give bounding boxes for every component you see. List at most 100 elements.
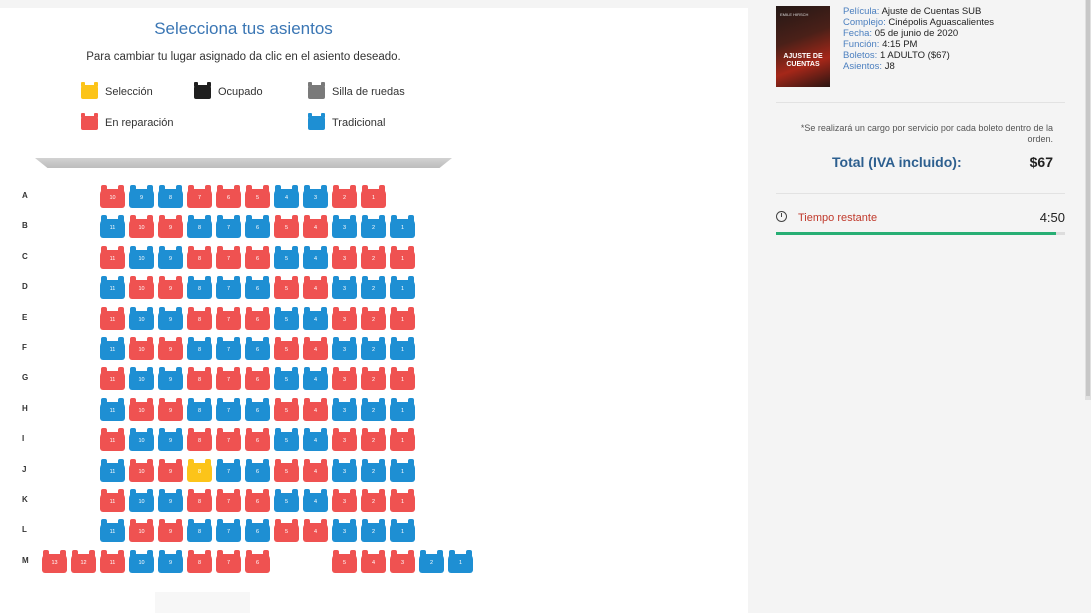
seat-i5[interactable]: 5 — [274, 428, 299, 451]
seat-f5[interactable]: 5 — [274, 337, 299, 360]
seat-d9[interactable]: 9 — [158, 276, 183, 299]
seat-f9[interactable]: 9 — [158, 337, 183, 360]
seat-g4[interactable]: 4 — [303, 367, 328, 390]
seat-m11[interactable]: 11 — [100, 550, 125, 573]
seat-d3[interactable]: 3 — [332, 276, 357, 299]
seat-h9[interactable]: 9 — [158, 398, 183, 421]
seat-g8[interactable]: 8 — [187, 367, 212, 390]
seat-f2[interactable]: 2 — [361, 337, 386, 360]
seat-e8[interactable]: 8 — [187, 307, 212, 330]
seat-c1[interactable]: 1 — [390, 246, 415, 269]
seat-c4[interactable]: 4 — [303, 246, 328, 269]
seat-a8[interactable]: 8 — [158, 185, 183, 208]
seat-j4[interactable]: 4 — [303, 459, 328, 482]
seat-i9[interactable]: 9 — [158, 428, 183, 451]
seat-b3[interactable]: 3 — [332, 215, 357, 238]
seat-a4[interactable]: 4 — [274, 185, 299, 208]
seat-k8[interactable]: 8 — [187, 489, 212, 512]
seat-g5[interactable]: 5 — [274, 367, 299, 390]
seat-g2[interactable]: 2 — [361, 367, 386, 390]
seat-k6[interactable]: 6 — [245, 489, 270, 512]
seat-m2[interactable]: 2 — [419, 550, 444, 573]
seat-g9[interactable]: 9 — [158, 367, 183, 390]
seat-h7[interactable]: 7 — [216, 398, 241, 421]
seat-l5[interactable]: 5 — [274, 519, 299, 542]
seat-c11[interactable]: 11 — [100, 246, 125, 269]
seat-g1[interactable]: 1 — [390, 367, 415, 390]
seat-j10[interactable]: 10 — [129, 459, 154, 482]
seat-a10[interactable]: 10 — [100, 185, 125, 208]
seat-j2[interactable]: 2 — [361, 459, 386, 482]
seat-i6[interactable]: 6 — [245, 428, 270, 451]
seat-j11[interactable]: 11 — [100, 459, 125, 482]
seat-m6[interactable]: 6 — [245, 550, 270, 573]
seat-i3[interactable]: 3 — [332, 428, 357, 451]
seat-b10[interactable]: 10 — [129, 215, 154, 238]
seat-h1[interactable]: 1 — [390, 398, 415, 421]
seat-i1[interactable]: 1 — [390, 428, 415, 451]
seat-f7[interactable]: 7 — [216, 337, 241, 360]
seat-m8[interactable]: 8 — [187, 550, 212, 573]
seat-m10[interactable]: 10 — [129, 550, 154, 573]
seat-b2[interactable]: 2 — [361, 215, 386, 238]
seat-b6[interactable]: 6 — [245, 215, 270, 238]
seat-k2[interactable]: 2 — [361, 489, 386, 512]
seat-e2[interactable]: 2 — [361, 307, 386, 330]
seat-l6[interactable]: 6 — [245, 519, 270, 542]
seat-d1[interactable]: 1 — [390, 276, 415, 299]
seat-g10[interactable]: 10 — [129, 367, 154, 390]
seat-e10[interactable]: 10 — [129, 307, 154, 330]
seat-l8[interactable]: 8 — [187, 519, 212, 542]
seat-d10[interactable]: 10 — [129, 276, 154, 299]
seat-l10[interactable]: 10 — [129, 519, 154, 542]
seat-b8[interactable]: 8 — [187, 215, 212, 238]
seat-e6[interactable]: 6 — [245, 307, 270, 330]
seat-i8[interactable]: 8 — [187, 428, 212, 451]
seat-f1[interactable]: 1 — [390, 337, 415, 360]
seat-m3[interactable]: 3 — [390, 550, 415, 573]
seat-c10[interactable]: 10 — [129, 246, 154, 269]
seat-l2[interactable]: 2 — [361, 519, 386, 542]
seat-g11[interactable]: 11 — [100, 367, 125, 390]
seat-k4[interactable]: 4 — [303, 489, 328, 512]
seat-k7[interactable]: 7 — [216, 489, 241, 512]
seat-c8[interactable]: 8 — [187, 246, 212, 269]
seat-j3[interactable]: 3 — [332, 459, 357, 482]
seat-a6[interactable]: 6 — [216, 185, 241, 208]
seat-h2[interactable]: 2 — [361, 398, 386, 421]
seat-b1[interactable]: 1 — [390, 215, 415, 238]
seat-a3[interactable]: 3 — [303, 185, 328, 208]
seat-h3[interactable]: 3 — [332, 398, 357, 421]
seat-c7[interactable]: 7 — [216, 246, 241, 269]
seat-h8[interactable]: 8 — [187, 398, 212, 421]
seat-a1[interactable]: 1 — [361, 185, 386, 208]
seat-k11[interactable]: 11 — [100, 489, 125, 512]
seat-m7[interactable]: 7 — [216, 550, 241, 573]
seat-f4[interactable]: 4 — [303, 337, 328, 360]
seat-e9[interactable]: 9 — [158, 307, 183, 330]
seat-k3[interactable]: 3 — [332, 489, 357, 512]
seat-h6[interactable]: 6 — [245, 398, 270, 421]
seat-j1[interactable]: 1 — [390, 459, 415, 482]
seat-d2[interactable]: 2 — [361, 276, 386, 299]
seat-l1[interactable]: 1 — [390, 519, 415, 542]
seat-g7[interactable]: 7 — [216, 367, 241, 390]
scrollbar-thumb[interactable] — [1086, 0, 1090, 396]
seat-f8[interactable]: 8 — [187, 337, 212, 360]
seat-a7[interactable]: 7 — [187, 185, 212, 208]
seat-b11[interactable]: 11 — [100, 215, 125, 238]
seat-m12[interactable]: 12 — [71, 550, 96, 573]
seat-m5[interactable]: 5 — [332, 550, 357, 573]
seat-m13[interactable]: 13 — [42, 550, 67, 573]
seat-l11[interactable]: 11 — [100, 519, 125, 542]
seat-e7[interactable]: 7 — [216, 307, 241, 330]
seat-j6[interactable]: 6 — [245, 459, 270, 482]
seat-d8[interactable]: 8 — [187, 276, 212, 299]
seat-f6[interactable]: 6 — [245, 337, 270, 360]
seat-e4[interactable]: 4 — [303, 307, 328, 330]
seat-a9[interactable]: 9 — [129, 185, 154, 208]
seat-a2[interactable]: 2 — [332, 185, 357, 208]
seat-j8[interactable]: 8 — [187, 459, 212, 482]
seat-k9[interactable]: 9 — [158, 489, 183, 512]
seat-c9[interactable]: 9 — [158, 246, 183, 269]
